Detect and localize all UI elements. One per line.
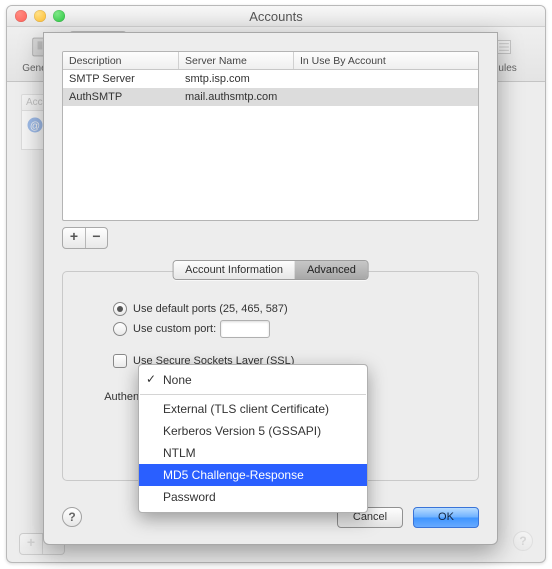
checkbox-ssl[interactable] xyxy=(113,354,127,368)
help-button[interactable]: ? xyxy=(62,507,82,527)
segmented-tabs: Account Information Advanced xyxy=(172,260,369,280)
zoom-icon[interactable] xyxy=(53,10,65,22)
menu-item-ntlm[interactable]: NTLM xyxy=(139,442,367,464)
column-server[interactable]: Server Name xyxy=(179,52,294,69)
table-row[interactable]: AuthSMTP mail.authsmtp.com xyxy=(63,88,478,106)
label-custom-port: Use custom port: xyxy=(133,323,216,335)
menu-divider xyxy=(140,394,366,395)
cell-description: SMTP Server xyxy=(63,70,179,88)
authentication-menu: None External (TLS client Certificate) K… xyxy=(138,364,368,513)
minimize-icon[interactable] xyxy=(34,10,46,22)
label-default-ports: Use default ports (25, 465, 587) xyxy=(133,303,288,315)
tab-advanced[interactable]: Advanced xyxy=(295,261,368,279)
svg-text:@: @ xyxy=(30,121,40,132)
row-custom-port[interactable]: Use custom port: xyxy=(113,320,460,338)
custom-port-input[interactable] xyxy=(220,320,270,338)
tab-account-info[interactable]: Account Information xyxy=(173,261,295,279)
add-account-button[interactable]: + xyxy=(20,534,42,554)
close-icon[interactable] xyxy=(15,10,27,22)
ok-button[interactable]: OK xyxy=(413,507,479,528)
at-icon: @ xyxy=(25,115,45,135)
traffic-lights xyxy=(15,10,65,22)
menu-item-password[interactable]: Password xyxy=(139,486,367,508)
row-default-ports[interactable]: Use default ports (25, 465, 587) xyxy=(113,302,460,316)
add-server-button[interactable]: + xyxy=(63,228,85,248)
cell-server: mail.authsmtp.com xyxy=(179,88,294,106)
column-inuse[interactable]: In Use By Account xyxy=(294,52,478,69)
server-table-header: Description Server Name In Use By Accoun… xyxy=(63,52,478,70)
cell-inuse xyxy=(294,70,478,88)
table-row[interactable]: SMTP Server smtp.isp.com xyxy=(63,70,478,88)
menu-item-none[interactable]: None xyxy=(139,369,367,391)
help-button[interactable]: ? xyxy=(513,531,533,551)
titlebar: Accounts xyxy=(7,6,545,27)
server-table: Description Server Name In Use By Accoun… xyxy=(62,51,479,221)
radio-custom-port[interactable] xyxy=(113,322,127,336)
column-description[interactable]: Description xyxy=(63,52,179,69)
cell-inuse xyxy=(294,88,478,106)
menu-item-kerberos[interactable]: Kerberos Version 5 (GSSAPI) xyxy=(139,420,367,442)
cell-description: AuthSMTP xyxy=(63,88,179,106)
cell-server: smtp.isp.com xyxy=(179,70,294,88)
remove-server-button[interactable]: − xyxy=(85,228,107,248)
window-title: Accounts xyxy=(249,9,302,24)
menu-item-external[interactable]: External (TLS client Certificate) xyxy=(139,398,367,420)
server-add-remove: + − xyxy=(62,227,108,249)
radio-default-ports[interactable] xyxy=(113,302,127,316)
menu-item-md5[interactable]: MD5 Challenge-Response xyxy=(139,464,367,486)
